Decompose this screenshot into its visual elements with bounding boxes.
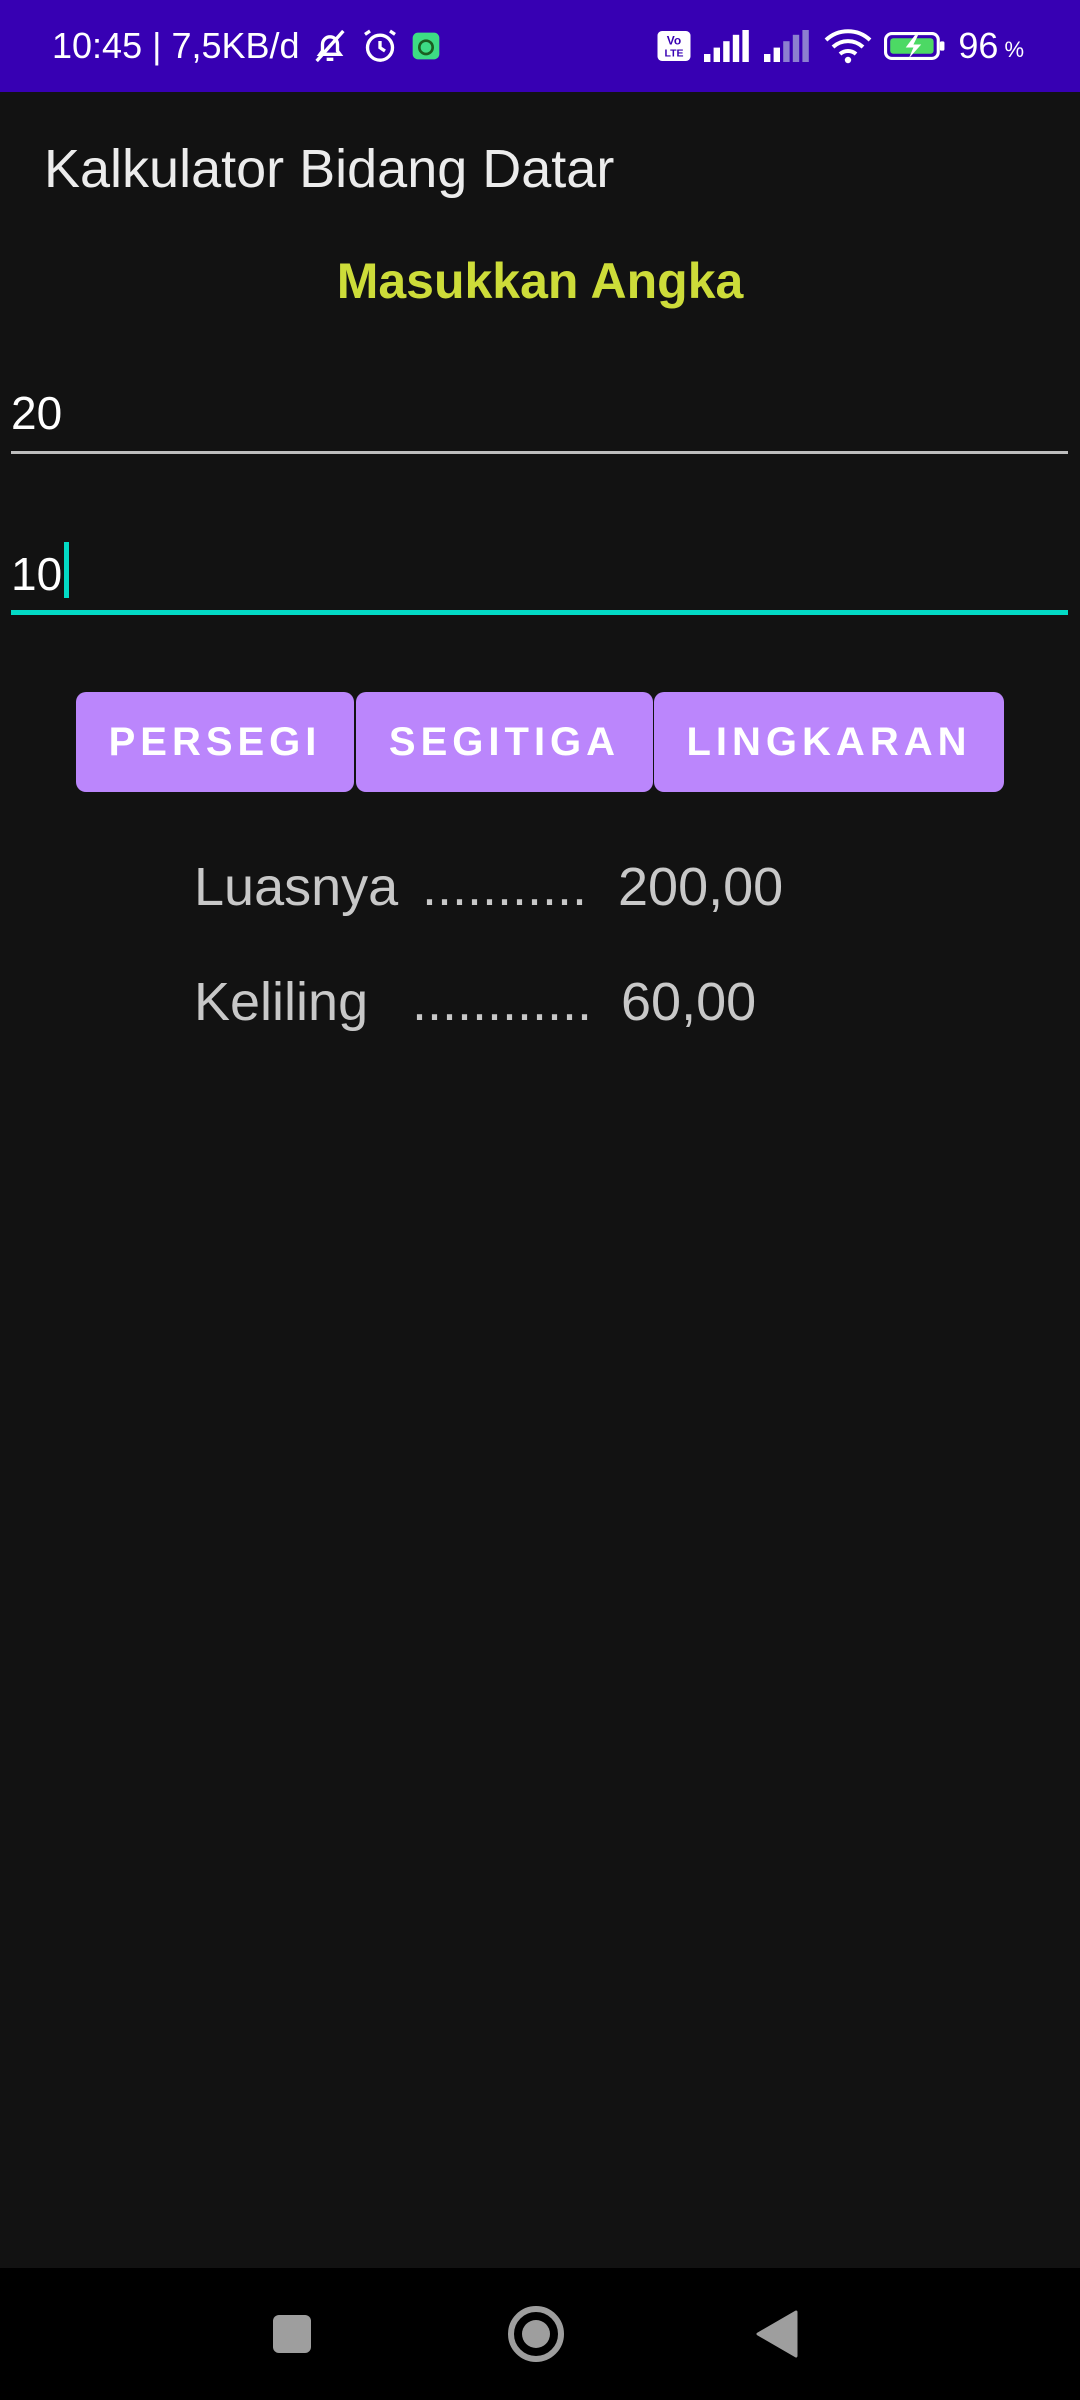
screen: 10:45 | 7,5KB/d Vo LTE 96 % Kalkulator B… (0, 0, 1080, 2400)
lingkaran-button[interactable]: LINGKARAN (654, 692, 1004, 792)
second-number-value-wrap: 10 (11, 542, 70, 601)
signal-weak-icon (764, 30, 812, 62)
navigation-bar (0, 2268, 1080, 2400)
status-left: 10:45 | 7,5KB/d (52, 0, 442, 92)
battery-charging-icon (884, 30, 946, 62)
luas-value: 200,00 (618, 857, 784, 917)
app-title: Kalkulator Bidang Datar (44, 139, 615, 199)
battery-percent: 96 (958, 25, 999, 66)
battery-percent-unit: % (1004, 37, 1024, 62)
home-circle-icon (508, 2306, 564, 2362)
notifications-off-icon (310, 26, 350, 66)
second-number-underline (11, 610, 1068, 615)
luas-label: Luasnya (194, 857, 399, 917)
luas-dots: ........... (422, 857, 588, 917)
back-button[interactable] (752, 2268, 802, 2400)
text-cursor (64, 542, 70, 598)
keliling-value: 60,00 (621, 972, 757, 1032)
input-heading: Masukkan Angka (336, 253, 744, 309)
status-bar: 10:45 | 7,5KB/d Vo LTE 96 % (0, 0, 1080, 92)
persegi-button[interactable]: PERSEGI (76, 692, 354, 792)
home-button[interactable] (502, 2268, 570, 2400)
recents-button[interactable] (262, 2268, 322, 2400)
app-notification-icon (410, 30, 442, 62)
back-triangle-icon (756, 2310, 798, 2358)
keliling-label: Keliling (194, 972, 369, 1032)
second-number-input[interactable]: 10 (11, 530, 1068, 615)
segitiga-button[interactable]: SEGITIGA (356, 692, 653, 792)
first-number-underline (11, 451, 1068, 454)
signal-icon (704, 30, 752, 62)
recents-square-icon (273, 2315, 311, 2353)
status-right: Vo LTE 96% (656, 0, 1024, 92)
svg-text:Vo: Vo (667, 34, 681, 48)
first-number-input[interactable]: 20 (11, 370, 1068, 454)
svg-text:LTE: LTE (665, 48, 684, 60)
alarm-icon (360, 26, 400, 66)
volte-icon: Vo LTE (656, 29, 692, 63)
first-number-value: 20 (11, 387, 63, 439)
status-separator: | (152, 25, 162, 66)
keliling-dots: ............ (412, 972, 593, 1032)
status-net-speed: 7,5KB/d (171, 25, 300, 66)
wifi-icon (824, 28, 872, 64)
status-time: 10:45 (52, 25, 143, 66)
second-number-value: 10 (11, 548, 63, 600)
